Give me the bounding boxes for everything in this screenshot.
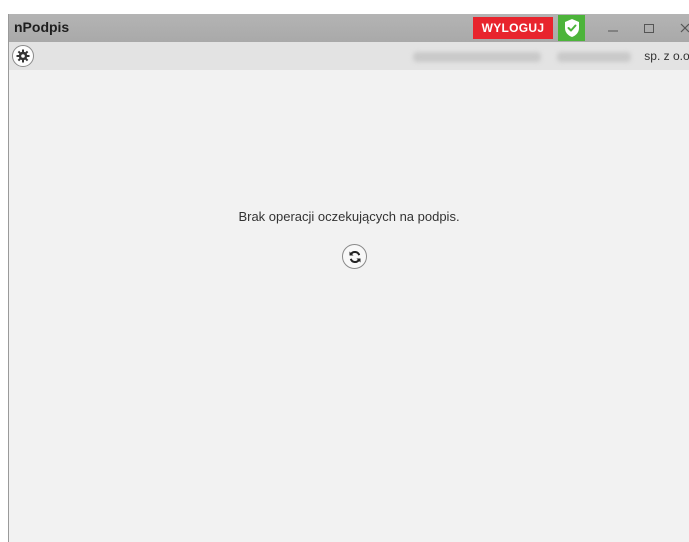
settings-button[interactable] [12, 45, 34, 67]
shield-check-icon [564, 19, 579, 37]
empty-state-message: Brak operacji oczekujących na podpis. [238, 209, 460, 224]
maximize-icon [644, 24, 654, 33]
app-title: nPodpis [14, 19, 70, 35]
maximize-button[interactable] [637, 16, 661, 40]
logout-button[interactable]: WYLOGUJ [473, 17, 553, 39]
close-button[interactable] [673, 16, 689, 40]
refresh-button[interactable] [342, 244, 367, 269]
company-suffix: sp. z o.o. [644, 49, 689, 63]
close-icon [680, 23, 689, 33]
redacted-company-name [557, 52, 631, 62]
account-bar: sp. z o.o. [9, 42, 689, 70]
refresh-icon [349, 250, 360, 263]
app-window: nPodpis WYLOGUJ sp. z o.o. Brak operacji… [8, 14, 689, 542]
shield-button[interactable] [558, 15, 585, 41]
title-bar: nPodpis WYLOGUJ [9, 14, 689, 42]
redacted-user-name [413, 52, 541, 62]
minimize-button[interactable] [601, 16, 625, 40]
minimize-icon [608, 30, 618, 32]
gear-icon [16, 49, 30, 63]
